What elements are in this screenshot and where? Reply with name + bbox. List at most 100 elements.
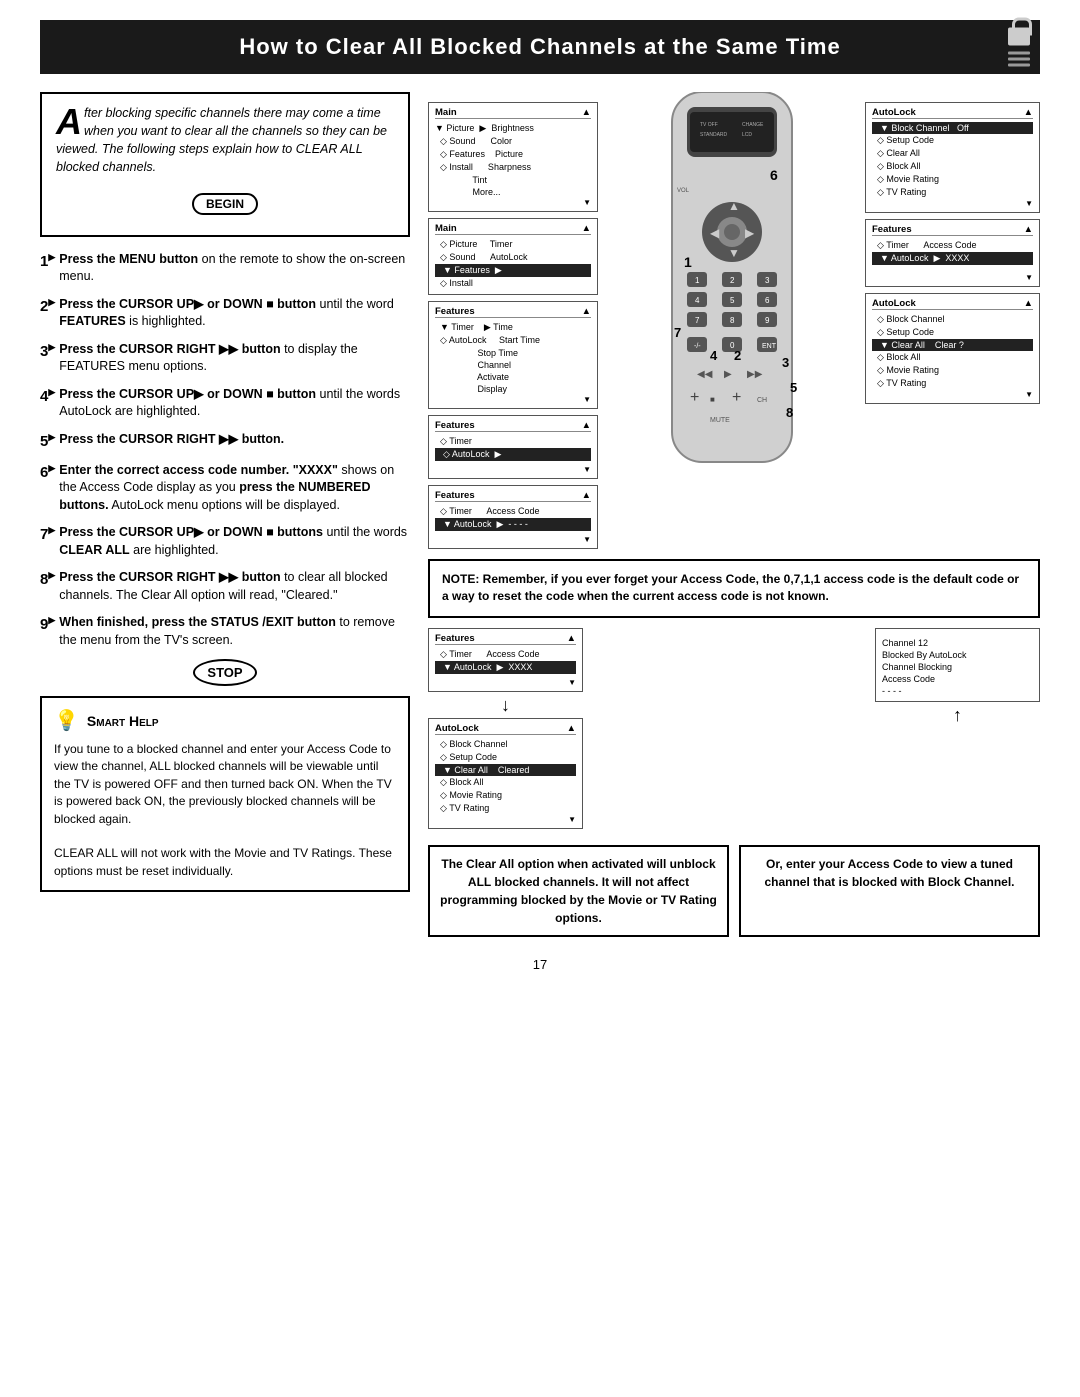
menu-item: ◇ Block Channel (872, 313, 1033, 326)
svg-text:◀◀: ◀◀ (697, 369, 713, 380)
svg-text:MUTE: MUTE (710, 417, 730, 424)
intro-body: fter blocking specific channels there ma… (56, 106, 387, 174)
menu-item: ◇ Features Picture (435, 148, 591, 161)
svg-text:3: 3 (782, 355, 789, 370)
menu-item: ◇ Movie Rating (435, 789, 576, 802)
menu-item: ◇ Clear All (872, 147, 1033, 160)
menu-item: Channel 12 (882, 637, 1033, 649)
menu-item: ◇ Timer Access Code (435, 505, 591, 518)
step-6-text: Enter the correct access code number. "X… (59, 462, 410, 515)
screen-autolock-title-1: AutoLock▲ (872, 107, 1033, 119)
step-7-text: Press the CURSOR UP▶ or DOWN ■ buttons u… (59, 524, 410, 559)
screen-bottom-xxxx: Features▲ ◇ Timer Access Code ▼ AutoLock… (428, 628, 583, 692)
menu-item-highlighted: ▼ Block Channel Off (872, 122, 1033, 134)
screen-title-b2: AutoLock▲ (435, 723, 576, 735)
screen-title-4: Features▲ (435, 420, 591, 432)
main-content: After blocking specific channels there m… (40, 92, 1040, 937)
note-strong: NOTE: Remember, if you ever forget your … (442, 572, 1019, 603)
intro-box: After blocking specific channels there m… (40, 92, 410, 237)
svg-text:8: 8 (786, 405, 793, 420)
svg-text:CHANGE: CHANGE (742, 122, 764, 128)
menu-item: ◇ TV Rating (872, 186, 1033, 199)
screen-main-1: Main▲ ▼ Picture ▶ Brightness ◇ Sound Col… (428, 102, 598, 212)
menu-item: ◇ Install (435, 277, 591, 290)
menu-item: ◇ Setup Code (872, 134, 1033, 147)
menu-item: ◇ TV Rating (872, 377, 1033, 390)
menu-item: ◇ Timer Access Code (872, 239, 1033, 252)
menu-item-highlighted: ▼ AutoLock ▶ XXXX (435, 661, 576, 674)
page-number: 17 (40, 957, 1040, 972)
menu-item: ◇ Block All (872, 160, 1033, 173)
svg-text:ENT: ENT (762, 343, 777, 350)
svg-text:1: 1 (695, 276, 700, 285)
screen-main-2: Main▲ ◇ Picture Timer ◇ Sound AutoLock ▼… (428, 218, 598, 295)
step-4: 4▶ Press the CURSOR UP▶ or DOWN ■ button… (40, 386, 410, 421)
menu-item: ◇ Setup Code (872, 326, 1033, 339)
step-3-num: 3▶ (40, 341, 55, 362)
caption-clear-all: The Clear All option when activated will… (428, 845, 729, 937)
smart-help-text: If you tune to a blocked chan­nel and en… (54, 741, 396, 880)
bottom-captions: The Clear All option when activated will… (428, 845, 1040, 937)
menu-item: ◇ Sound AutoLock (435, 251, 591, 264)
smart-help-title: Smart Help (87, 713, 159, 729)
step-1: 1▶ Press the MENU button on the remote t… (40, 251, 410, 286)
menu-item: Tint (435, 174, 591, 186)
screen-title-clear: AutoLock▲ (872, 298, 1033, 310)
caption-access-code: Or, enter your Access Code to view a tun… (739, 845, 1040, 937)
menu-item-highlighted: ▼ Clear All Cleared (435, 764, 576, 776)
svg-text:9: 9 (765, 316, 770, 325)
menu-item: - - - - (882, 685, 1033, 697)
screen-autolock-clear: AutoLock▲ ◇ Block Channel ◇ Setup Code ▼… (865, 293, 1040, 404)
stop-badge-container: STOP (40, 659, 410, 686)
step-9-text: When finished, press the STATUS /EXIT bu… (59, 614, 410, 649)
svg-text:4: 4 (695, 296, 700, 305)
menu-item-highlighted: ◇ AutoLock ▶ (435, 448, 591, 461)
begin-badge: BEGIN (192, 193, 258, 215)
svg-text:▶▶: ▶▶ (747, 369, 763, 380)
menu-item: Stop Time (435, 347, 591, 359)
menu-item: More... (435, 186, 591, 198)
svg-text:VOL: VOL (677, 188, 690, 194)
lock-icon (1008, 28, 1030, 67)
svg-text:8: 8 (730, 316, 735, 325)
svg-text:7: 7 (674, 325, 681, 340)
step-2-text: Press the CURSOR UP▶ or DOWN ■ button un… (59, 296, 410, 331)
svg-text:TV OFF: TV OFF (700, 122, 718, 128)
svg-text:CH: CH (757, 397, 767, 404)
step-3-text: Press the CURSOR RIGHT ▶▶ button to disp… (59, 341, 410, 376)
smart-help-box: 💡 Smart Help If you tune to a blocked ch… (40, 696, 410, 892)
left-column: After blocking specific channels there m… (40, 92, 410, 937)
menu-item: Display (435, 383, 591, 395)
svg-text:▼: ▼ (728, 246, 740, 260)
step-8-num: 8▶ (40, 569, 55, 590)
svg-text:6: 6 (770, 167, 778, 183)
menu-item: ◇ TV Rating (435, 802, 576, 815)
menu-item: ◇ Block Channel (435, 738, 576, 751)
svg-text:LCD: LCD (742, 132, 752, 138)
arrow-down-1: ↓ (501, 696, 510, 714)
remote-container: TV OFF CHANGE STANDARD LCD 6 VOL ▲ ▼ ◀ ▶ (606, 92, 857, 472)
menu-item: Activate (435, 371, 591, 383)
svg-text:3: 3 (765, 276, 770, 285)
menu-item: ◇ Movie Rating (872, 173, 1033, 186)
step-4-text: Press the CURSOR UP▶ or DOWN ■ button un… (59, 386, 410, 421)
step-5-text: Press the CURSOR RIGHT ▶▶ button. (59, 431, 284, 449)
menu-item: ▼ Timer ▶ Time (435, 321, 591, 334)
step-3: 3▶ Press the CURSOR RIGHT ▶▶ button to d… (40, 341, 410, 376)
remote-svg: TV OFF CHANGE STANDARD LCD 6 VOL ▲ ▼ ◀ ▶ (652, 92, 812, 472)
step-9-num: 9▶ (40, 614, 55, 635)
menu-item-highlighted: ▼ AutoLock ▶ XXXX (872, 252, 1033, 265)
step-8-text: Press the CURSOR RIGHT ▶▶ button to clea… (59, 569, 410, 604)
step-6: 6▶ Enter the correct access code number.… (40, 462, 410, 515)
svg-text:◀: ◀ (710, 226, 720, 240)
screen-features-1: Features▲ ▼ Timer ▶ Time ◇ AutoLock Star… (428, 301, 598, 409)
step-2-num: 2▶ (40, 296, 55, 317)
svg-text:+: + (690, 389, 699, 406)
caption-strong-right: Or, enter your Access Code to view a tun… (764, 857, 1014, 889)
svg-text:5: 5 (730, 296, 735, 305)
screen-title-3: Features▲ (435, 306, 591, 318)
intro-text: After blocking specific channels there m… (56, 104, 394, 177)
menu-item-highlighted: ▼ Features ▶ (435, 264, 591, 277)
menu-item: ◇ Picture Timer (435, 238, 591, 251)
note-box: NOTE: Remember, if you ever forget your … (428, 559, 1040, 618)
